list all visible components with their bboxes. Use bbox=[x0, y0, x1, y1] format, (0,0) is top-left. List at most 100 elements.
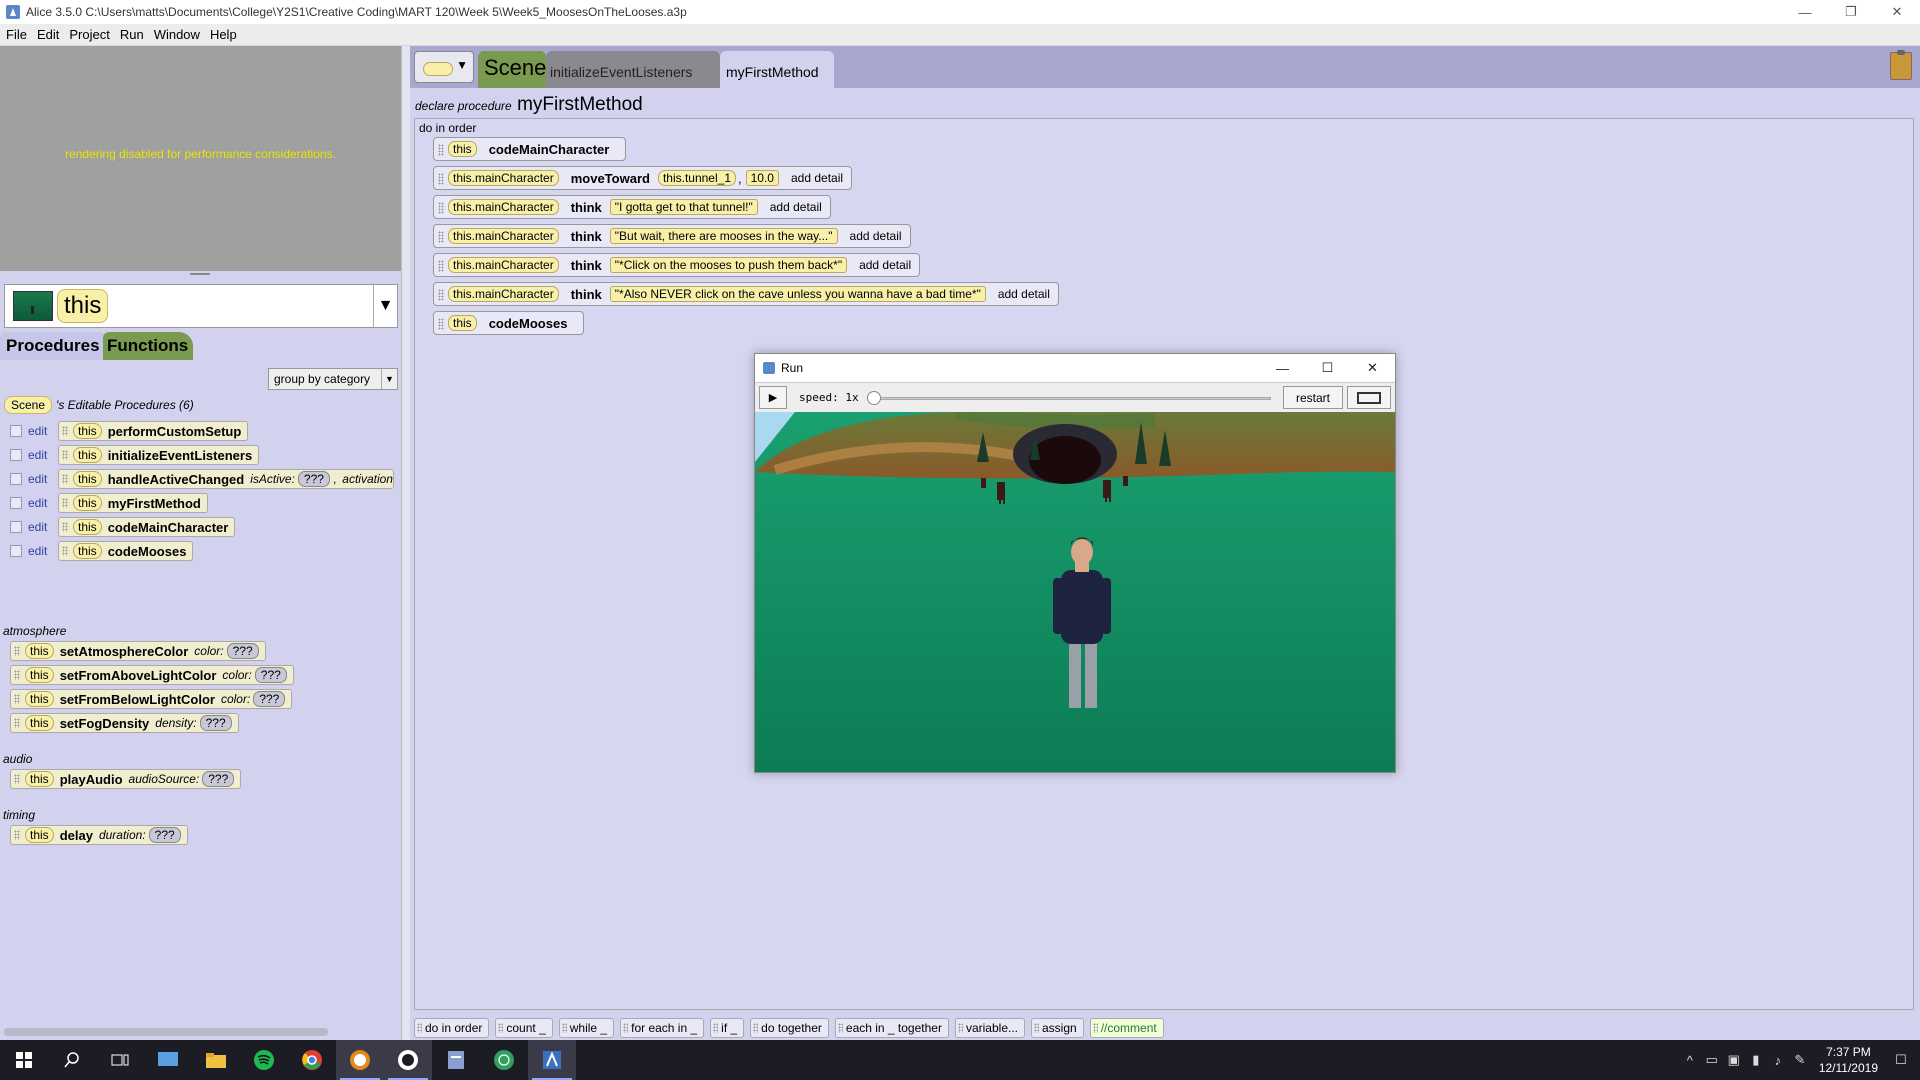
statement-target[interactable]: this.mainCharacter bbox=[448, 257, 559, 273]
statement-block[interactable]: this.mainCharacter moveToward this.tunne… bbox=[433, 166, 853, 190]
palette-for-each-in[interactable]: for each in _ bbox=[620, 1018, 705, 1038]
menu-run[interactable]: Run bbox=[120, 27, 144, 42]
edit-link[interactable]: edit bbox=[28, 496, 58, 510]
procedure-tile[interactable]: this handleActiveChanged isActive:???, acti… bbox=[58, 469, 394, 489]
tab-procedures[interactable]: Procedures bbox=[0, 332, 106, 360]
taskbar-app[interactable] bbox=[240, 1040, 288, 1080]
procedure-tile[interactable]: this myFirstMethod bbox=[58, 493, 208, 513]
menu-file[interactable]: File bbox=[6, 27, 27, 42]
statement-block[interactable]: this codeMooses bbox=[433, 311, 585, 335]
menu-help[interactable]: Help bbox=[210, 27, 237, 42]
chevron-up-icon[interactable]: ^ bbox=[1679, 1053, 1701, 1068]
procedure-tile[interactable]: this delay duration:??? bbox=[10, 825, 188, 845]
statement-target[interactable]: this.mainCharacter bbox=[448, 170, 559, 186]
procedure-tile[interactable]: this initializeEventListeners bbox=[58, 445, 260, 465]
statement-block[interactable]: this codeMainCharacter bbox=[433, 137, 627, 161]
scene-preview[interactable]: rendering disabled for performance consi… bbox=[0, 46, 401, 271]
statement-block[interactable]: this.mainCharacter think "I gotta get to… bbox=[433, 195, 831, 219]
taskbar-app[interactable] bbox=[480, 1040, 528, 1080]
param-placeholder[interactable]: ??? bbox=[253, 691, 286, 707]
palette-each-in-together[interactable]: each in _ together bbox=[834, 1018, 949, 1038]
procedure-tile[interactable]: this performCustomSetup bbox=[58, 421, 249, 441]
network-icon[interactable]: ▭ bbox=[1701, 1052, 1723, 1068]
statement-target[interactable]: this bbox=[448, 141, 477, 157]
procedure-tile[interactable]: this setFogDensity density:??? bbox=[10, 713, 239, 733]
splitter-grip-icon[interactable] bbox=[190, 273, 210, 275]
procedure-tile[interactable]: this playAudio audioSource:??? bbox=[10, 769, 242, 789]
edit-link[interactable]: edit bbox=[28, 448, 58, 462]
procedure-tile[interactable]: this setFromBelowLightColor color:??? bbox=[10, 689, 293, 709]
restore-button[interactable]: ❐ bbox=[1828, 0, 1874, 24]
tab-initialize-event-listeners[interactable]: initializeEventListeners bbox=[546, 51, 720, 88]
minimize-button[interactable]: — bbox=[1782, 0, 1828, 24]
palette-do-together[interactable]: do together bbox=[750, 1018, 829, 1038]
horizontal-scrollbar[interactable] bbox=[4, 1028, 328, 1036]
procedure-tile[interactable]: this setAtmosphereColor color:??? bbox=[10, 641, 266, 661]
param-placeholder[interactable]: ??? bbox=[199, 715, 232, 731]
run-minimize-button[interactable]: — bbox=[1260, 354, 1305, 382]
palette-comment[interactable]: //comment bbox=[1089, 1018, 1164, 1038]
statement-block[interactable]: this.mainCharacter think "*Also NEVER cl… bbox=[433, 282, 1059, 306]
clock[interactable]: 7:37 PM 12/11/2019 bbox=[1819, 1044, 1878, 1076]
edit-link[interactable]: edit bbox=[28, 424, 58, 438]
palette-assign[interactable]: assign bbox=[1031, 1018, 1084, 1038]
statement-string-argument[interactable]: "*Click on the mooses to push them back*… bbox=[609, 257, 848, 273]
run-window-titlebar[interactable]: Run — ☐ ✕ bbox=[755, 354, 1395, 382]
checkbox[interactable] bbox=[10, 473, 22, 485]
start-button[interactable] bbox=[0, 1040, 48, 1080]
palette-while[interactable]: while _ bbox=[558, 1018, 615, 1038]
close-button[interactable]: ✕ bbox=[1874, 0, 1920, 24]
palette-variable[interactable]: variable... bbox=[954, 1018, 1025, 1038]
statement-string-argument[interactable]: "*Also NEVER click on the cave unless yo… bbox=[609, 286, 986, 302]
dropdown-arrow-icon[interactable]: ▼ bbox=[373, 285, 397, 327]
palette-do-in-order[interactable]: do in order bbox=[414, 1018, 490, 1038]
palette-if[interactable]: if _ bbox=[710, 1018, 745, 1038]
task-view-button[interactable] bbox=[96, 1040, 144, 1080]
procedure-tile[interactable]: this codeMainCharacter bbox=[58, 517, 236, 537]
taskbar-app[interactable] bbox=[432, 1040, 480, 1080]
type-selector-dropdown[interactable]: ▼ bbox=[414, 51, 474, 83]
statement-target[interactable]: this.mainCharacter bbox=[448, 199, 559, 215]
checkbox[interactable] bbox=[10, 545, 22, 557]
tab-scene[interactable]: Scene bbox=[478, 51, 546, 88]
param-placeholder[interactable]: ??? bbox=[202, 771, 235, 787]
pen-icon[interactable]: ✎ bbox=[1789, 1052, 1811, 1068]
speed-slider-track[interactable] bbox=[871, 397, 1271, 400]
notifications-icon[interactable]: ☐ bbox=[1890, 1052, 1912, 1068]
statement-string-argument[interactable]: "But wait, there are mooses in the way..… bbox=[609, 228, 838, 244]
run-close-button[interactable]: ✕ bbox=[1350, 354, 1395, 382]
statement-target[interactable]: this.mainCharacter bbox=[448, 286, 559, 302]
taskbar-app-alice[interactable] bbox=[528, 1040, 576, 1080]
statement-block[interactable]: this.mainCharacter think "But wait, ther… bbox=[433, 224, 911, 248]
checkbox[interactable] bbox=[10, 425, 22, 437]
statement-string-argument[interactable]: "I gotta get to that tunnel!" bbox=[609, 199, 758, 215]
taskbar-app[interactable] bbox=[144, 1040, 192, 1080]
fullscreen-button[interactable] bbox=[1347, 386, 1391, 409]
edit-link[interactable]: edit bbox=[28, 544, 58, 558]
menu-project[interactable]: Project bbox=[69, 27, 109, 42]
group-by-select[interactable]: group by category ▼ bbox=[268, 368, 398, 390]
vertical-splitter[interactable] bbox=[401, 46, 410, 1040]
scene-type-pill[interactable]: Scene bbox=[4, 396, 53, 414]
menu-window[interactable]: Window bbox=[154, 27, 200, 42]
clipboard-icon[interactable] bbox=[1890, 50, 1912, 80]
taskbar-app[interactable] bbox=[192, 1040, 240, 1080]
statement-block[interactable]: this.mainCharacter think "*Click on the … bbox=[433, 253, 921, 277]
add-detail-button[interactable]: add detail bbox=[850, 229, 902, 243]
instance-selector[interactable]: this ▼ bbox=[4, 284, 398, 328]
statement-target[interactable]: this bbox=[448, 315, 477, 331]
volume-icon[interactable]: ♪ bbox=[1767, 1053, 1789, 1068]
run-maximize-button[interactable]: ☐ bbox=[1305, 354, 1350, 382]
menu-edit[interactable]: Edit bbox=[37, 27, 59, 42]
taskbar-app[interactable] bbox=[384, 1040, 432, 1080]
param-placeholder[interactable]: ??? bbox=[226, 643, 259, 659]
add-detail-button[interactable]: add detail bbox=[998, 287, 1050, 301]
palette-count[interactable]: count _ bbox=[495, 1018, 553, 1038]
checkbox[interactable] bbox=[10, 521, 22, 533]
taskbar-app[interactable] bbox=[336, 1040, 384, 1080]
statement-number-argument[interactable]: 10.0 bbox=[745, 170, 779, 186]
battery-icon[interactable]: ▮ bbox=[1745, 1052, 1767, 1068]
procedure-tile[interactable]: this codeMooses bbox=[58, 541, 194, 561]
tab-functions[interactable]: Functions bbox=[103, 332, 193, 360]
procedure-tile[interactable]: this setFromAboveLightColor color:??? bbox=[10, 665, 294, 685]
